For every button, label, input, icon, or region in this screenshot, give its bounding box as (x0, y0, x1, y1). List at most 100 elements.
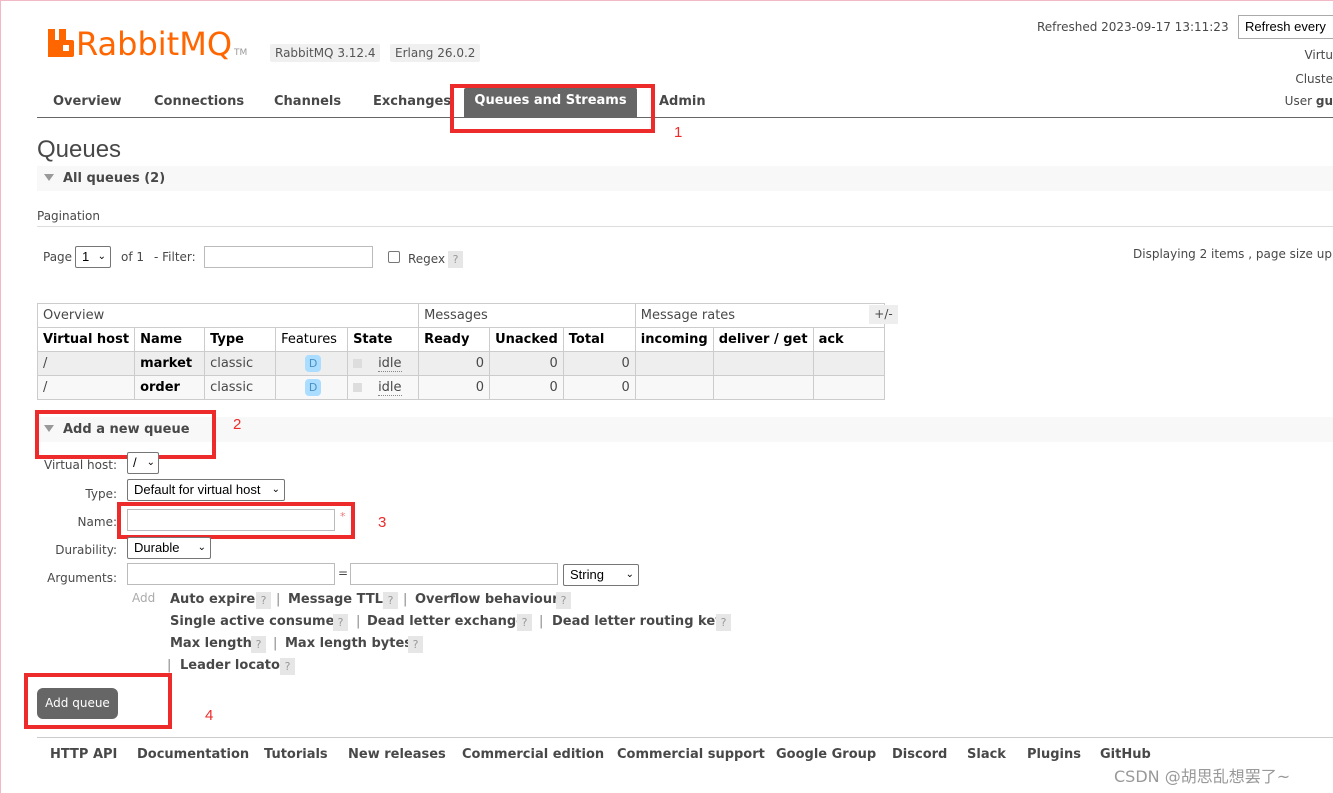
col-ready[interactable]: Ready (418, 327, 491, 352)
argument-type-select[interactable]: String ⌄ (563, 564, 639, 586)
all-queues-label: All queues (2) (63, 171, 166, 186)
footer-link-documentation[interactable]: Documentation (137, 747, 249, 762)
main-nav: Overview Connections Channels Exchanges … (37, 88, 1333, 118)
single-active-consumer-link[interactable]: Single active consumer (170, 614, 341, 629)
table-group-header-row: Overview Messages Message rates (36, 303, 885, 328)
footer-link-google-group[interactable]: Google Group (776, 747, 876, 762)
row-state: idle (347, 351, 420, 376)
displaying-items-text: Displaying 2 items , page size up (1133, 247, 1332, 261)
filter-input[interactable] (204, 246, 373, 268)
state-label: idle (378, 380, 402, 396)
tab-exchanges[interactable]: Exchanges (373, 94, 451, 109)
rabbit-icon (48, 29, 74, 57)
regex-checkbox[interactable] (388, 251, 400, 263)
separator: | (273, 636, 278, 651)
max-length-bytes-help-icon[interactable]: ? (408, 636, 423, 653)
row-total: 0 (562, 351, 636, 376)
add-argument-link[interactable]: Add (132, 591, 155, 605)
dlrk-help-icon[interactable]: ? (716, 614, 731, 631)
max-length-bytes-link[interactable]: Max length bytes (285, 636, 412, 651)
message-ttl-help-icon[interactable]: ? (383, 592, 398, 609)
col-deliver-get[interactable]: deliver / get (712, 327, 814, 352)
single-active-help-icon[interactable]: ? (333, 614, 348, 631)
row-deliver-get (712, 375, 814, 400)
argument-key-input[interactable] (127, 563, 335, 585)
page-label: Page (43, 250, 73, 264)
separator: | (167, 658, 172, 673)
footer-link-commercial-support[interactable]: Commercial support (617, 747, 765, 762)
col-virtual-host[interactable]: Virtual host (36, 327, 136, 352)
refresh-interval-select[interactable]: Refresh every (1238, 15, 1333, 39)
chevron-down-icon: ⌄ (97, 251, 106, 262)
overflow-help-icon[interactable]: ? (556, 592, 571, 609)
message-ttl-link[interactable]: Message TTL (288, 592, 383, 607)
row-features: D (275, 351, 349, 376)
leader-locator-link[interactable]: Leader locator (180, 658, 286, 673)
annotation-number-2: 2 (233, 416, 242, 433)
tab-channels[interactable]: Channels (274, 94, 341, 109)
regex-help-icon[interactable]: ? (448, 251, 463, 268)
footer-link-new-releases[interactable]: New releases (348, 747, 446, 762)
footer-link-plugins[interactable]: Plugins (1027, 747, 1081, 762)
queue-name-link[interactable]: order (134, 375, 206, 400)
vhost-select[interactable]: / ⌄ (127, 452, 159, 474)
filter-label: - Filter: (154, 250, 196, 264)
col-unacked[interactable]: Unacked (489, 327, 564, 352)
name-label: Name: (77, 515, 117, 529)
footer-link-tutorials[interactable]: Tutorials (264, 747, 328, 762)
max-length-link[interactable]: Max length (170, 636, 252, 651)
tab-queues-and-streams[interactable]: Queues and Streams (464, 88, 637, 117)
equals-sign: = (338, 566, 349, 580)
add-queue-section-label: Add a new queue (63, 422, 190, 437)
auto-expire-link[interactable]: Auto expire (170, 592, 255, 607)
vhost-select-value: / (133, 455, 137, 470)
dlx-help-icon[interactable]: ? (517, 614, 532, 631)
leader-locator-help-icon[interactable]: ? (280, 658, 295, 675)
state-indicator-icon (353, 383, 363, 392)
tab-overview[interactable]: Overview (53, 94, 122, 109)
durable-badge: D (305, 379, 322, 396)
vhost-label: Virtual host: (44, 458, 117, 472)
group-message-rates: Message rates (634, 303, 885, 328)
auto-expire-help-icon[interactable]: ? (256, 592, 271, 609)
dead-letter-routing-key-link[interactable]: Dead letter routing key (552, 614, 724, 629)
col-ack[interactable]: ack (812, 327, 885, 352)
dead-letter-exchange-link[interactable]: Dead letter exchange (367, 614, 525, 629)
separator: | (403, 592, 408, 607)
tab-admin[interactable]: Admin (659, 94, 706, 109)
row-deliver-get (712, 351, 814, 376)
col-incoming[interactable]: incoming (634, 327, 714, 352)
durability-select[interactable]: Durable ⌄ (127, 537, 211, 559)
row-vhost: / (36, 375, 136, 400)
all-queues-section-header[interactable]: All queues (2) (37, 166, 1333, 191)
footer-link-commercial-edition[interactable]: Commercial edition (462, 747, 604, 762)
overflow-behaviour-link[interactable]: Overflow behaviour (415, 592, 559, 607)
queue-name-input[interactable] (127, 509, 335, 531)
col-features: Features (275, 327, 349, 352)
col-state[interactable]: State (347, 327, 420, 352)
row-unacked: 0 (489, 351, 564, 376)
row-incoming (634, 375, 714, 400)
argument-value-input[interactable] (350, 563, 558, 585)
footer-link-github[interactable]: GitHub (1100, 747, 1151, 762)
regex-label: Regex (408, 252, 446, 266)
add-queue-button[interactable]: Add queue (37, 688, 118, 719)
footer-link-slack[interactable]: Slack (967, 747, 1006, 762)
tab-connections[interactable]: Connections (154, 94, 244, 109)
column-toggle-button[interactable]: +/- (869, 305, 898, 324)
footer-link-discord[interactable]: Discord (892, 747, 947, 762)
col-name[interactable]: Name (134, 327, 206, 352)
queue-name-link[interactable]: market (134, 351, 206, 376)
separator: | (539, 614, 544, 629)
col-type[interactable]: Type (204, 327, 277, 352)
footer-link-http-api[interactable]: HTTP API (50, 747, 117, 762)
row-ack (812, 375, 885, 400)
add-queue-section-header[interactable]: Add a new queue (37, 417, 1333, 442)
page-select[interactable]: 1 ⌄ (75, 246, 111, 268)
max-length-help-icon[interactable]: ? (251, 636, 266, 653)
type-select[interactable]: Default for virtual host ⌄ (127, 479, 285, 501)
type-select-value: Default for virtual host (134, 482, 261, 497)
table-row: / market classic D idle 0 0 0 (36, 351, 885, 376)
col-total[interactable]: Total (562, 327, 636, 352)
rabbitmq-logo[interactable]: RabbitMQ TM (48, 26, 247, 62)
